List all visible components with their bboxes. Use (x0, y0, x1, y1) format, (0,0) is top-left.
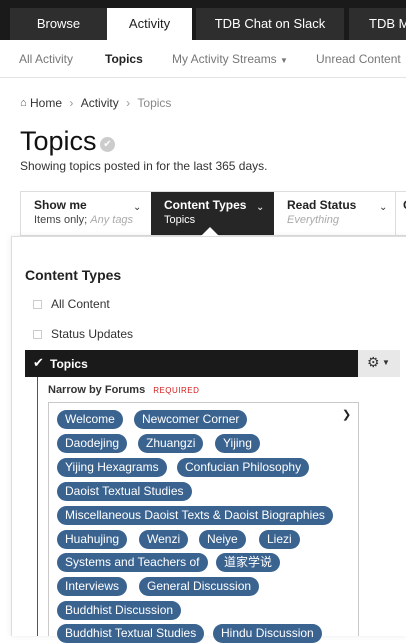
option-topics-selected[interactable]: ✔ Topics (25, 350, 358, 377)
forum-tag[interactable]: Newcomer Corner (134, 410, 248, 429)
nested-indent-line (37, 377, 38, 636)
gear-icon: ⚙ (367, 354, 380, 370)
breadcrumb-current: Topics (137, 95, 172, 110)
filter-read-status-value: Everything (287, 214, 339, 226)
forum-tag[interactable]: Interviews (57, 577, 128, 596)
forum-tag[interactable]: Welcome (57, 410, 123, 429)
forum-tag[interactable]: Daoist Textual Studies (57, 482, 192, 501)
forum-tag[interactable]: Confucian Philosophy (177, 458, 310, 477)
forum-tag[interactable]: Yijing (215, 434, 260, 453)
tab-activity[interactable]: Activity (107, 8, 192, 40)
checkbox-icon (33, 300, 42, 309)
filter-show-me[interactable]: Show me Items only; Any tags ⌄ (21, 192, 151, 235)
chevron-right-icon: › (126, 95, 131, 110)
subnav-streams-label: My Activity Streams (172, 52, 277, 66)
breadcrumb: ⌂ Home › Activity › Topics (20, 95, 171, 110)
chevron-down-icon[interactable]: ❯ (342, 408, 351, 421)
chevron-down-icon: ⌄ (379, 202, 388, 213)
filter-read-status[interactable]: Read Status Everything ⌄ (274, 192, 395, 235)
forum-tag[interactable]: Wenzi (139, 530, 189, 549)
tab-browse[interactable]: Browse (10, 8, 107, 40)
filter-content-types-value: Topics (164, 214, 196, 226)
chevron-down-icon: ⌄ (133, 202, 142, 213)
forum-tag[interactable]: General Discussion (139, 577, 260, 596)
filter-show-me-hint: Any tags (90, 214, 134, 226)
breadcrumb-home[interactable]: Home (30, 96, 62, 110)
content-types-heading: Content Types (25, 267, 122, 283)
forum-tag[interactable]: Huahujing (57, 530, 128, 549)
page-title: Topics (20, 126, 97, 156)
checkbox-icon (33, 330, 42, 339)
option-label: Topics (50, 357, 88, 371)
check-circle-icon[interactable]: ✔ (100, 137, 115, 152)
forum-tag[interactable]: Buddhist Textual Studies (57, 624, 205, 643)
narrow-label-text: Narrow by Forums (48, 384, 146, 396)
checkmark-icon: ✔ (33, 355, 44, 370)
option-label: Status Updates (51, 327, 134, 341)
forum-tag[interactable]: Daodejing (57, 434, 128, 453)
topics-settings-button[interactable]: ⚙ ▼ (358, 350, 400, 377)
chevron-right-icon: › (69, 95, 74, 110)
narrow-by-forums-label: Narrow by Forums REQUIRED (48, 384, 199, 396)
breadcrumb-activity[interactable]: Activity (81, 96, 119, 110)
subnav-unread-content[interactable]: Unread Content (316, 52, 401, 66)
option-all-content[interactable]: All Content (33, 297, 110, 311)
top-navigation-bar: Browse Activity TDB Chat on Slack TDB M (0, 0, 406, 40)
tab-tdb-more[interactable]: TDB M (349, 8, 406, 40)
activity-sub-navigation: All Activity Topics My Activity Streams … (0, 40, 406, 78)
filter-show-me-value: Items only; (34, 214, 88, 226)
subnav-topics[interactable]: Topics (105, 52, 143, 66)
forum-tag[interactable]: Systems and Teachers of (57, 553, 208, 572)
forum-tag[interactable]: Buddhist Discussion (57, 601, 182, 620)
forum-tag[interactable]: 道家学说 (216, 553, 281, 572)
forum-tag[interactable]: Neiye (199, 530, 246, 549)
filter-overflow[interactable]: C (395, 192, 406, 235)
tab-tdb-chat-on-slack[interactable]: TDB Chat on Slack (196, 8, 344, 40)
subnav-all-activity[interactable]: All Activity (19, 52, 73, 66)
home-icon: ⌂ (20, 96, 27, 109)
required-indicator: REQUIRED (153, 386, 200, 395)
chevron-down-icon: ⌄ (256, 202, 265, 213)
caret-down-icon: ▼ (280, 56, 288, 65)
option-status-updates[interactable]: Status Updates (33, 327, 133, 341)
forum-tag[interactable]: Zhuangzi (138, 434, 204, 453)
forum-tag[interactable]: Miscellaneous Daoist Texts & Daoist Biog… (57, 506, 333, 525)
forum-tag[interactable]: Liezi (259, 530, 300, 549)
forum-tag[interactable]: Hindu Discussion (213, 624, 322, 643)
page-subtitle: Showing topics posted in for the last 36… (20, 159, 268, 173)
subnav-my-activity-streams[interactable]: My Activity Streams ▼ (172, 52, 288, 66)
caret-down-icon: ▼ (382, 358, 390, 367)
dropdown-pointer (201, 227, 219, 236)
forum-tag[interactable]: Yijing Hexagrams (57, 458, 167, 477)
option-label: All Content (51, 297, 110, 311)
